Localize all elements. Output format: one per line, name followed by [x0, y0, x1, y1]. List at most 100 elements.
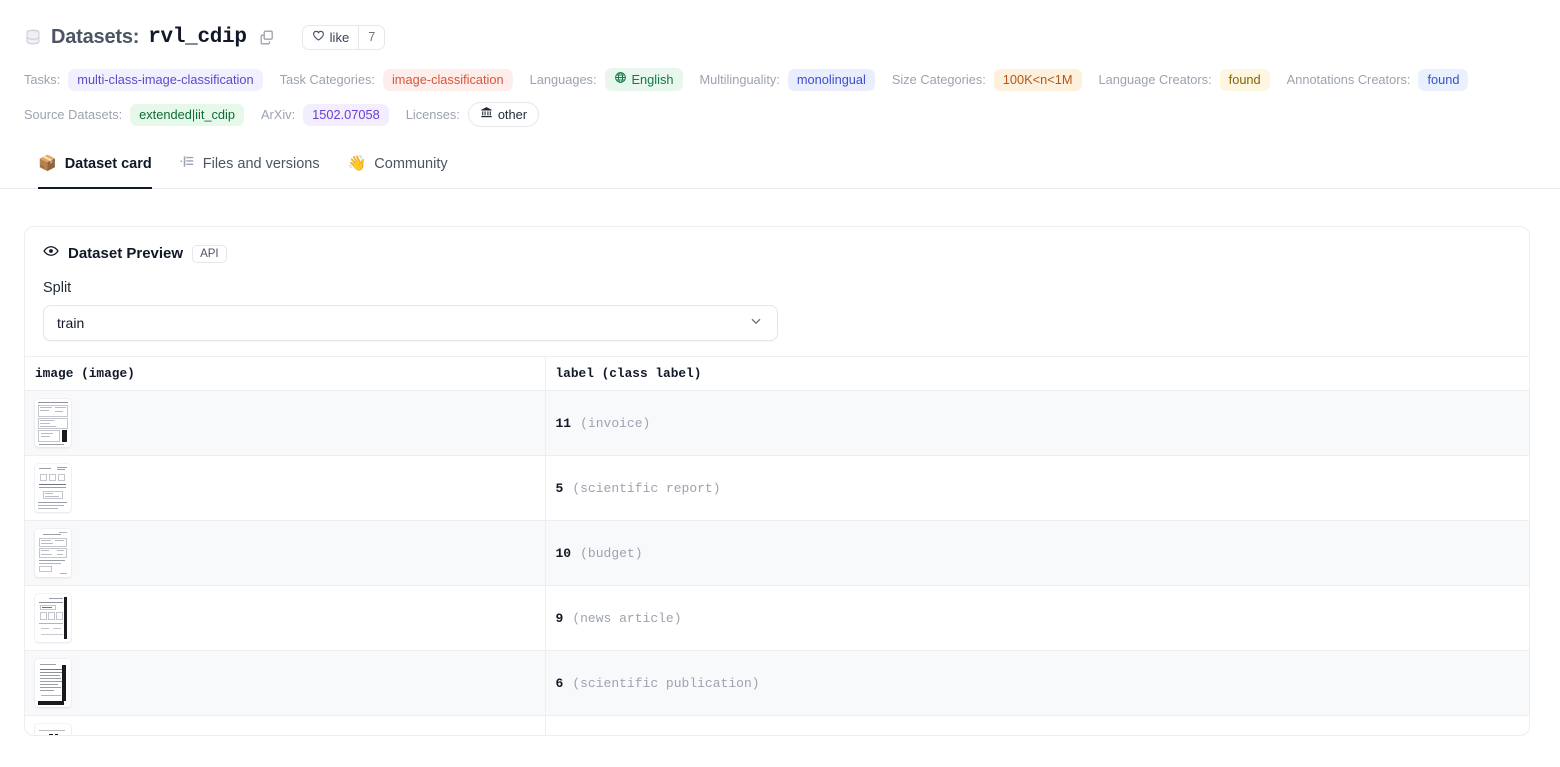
tab-dataset-card[interactable]: 📦 Dataset card [24, 149, 166, 188]
meta-tag-text: multi-class-image-classification [77, 72, 253, 88]
meta-tag-text: other [498, 107, 527, 123]
tab-community[interactable]: 👋 Community [334, 149, 462, 188]
metadata-row-2: Source Datasets: extended|iit_cdip ArXiv: 1… [24, 102, 1560, 127]
copy-icon[interactable] [259, 29, 275, 45]
metadata-row-1: Tasks:multi-class-image-classificationTa… [24, 68, 1560, 91]
tab-label: Dataset card [65, 156, 152, 172]
meta-label-annotationscreators: Annotations Creators: [1287, 72, 1411, 87]
database-icon [24, 28, 42, 46]
meta-tag-text: 100K<n<1M [1003, 72, 1073, 88]
like-button[interactable]: like [303, 26, 359, 49]
cell-label: 10 (budget) [545, 521, 1529, 586]
tab-bar: 📦 Dataset card Files and versions 👋 Communit… [0, 149, 1560, 189]
label-name: (scientific report) [572, 481, 720, 496]
preview-title: Dataset Preview [68, 245, 183, 262]
like-label: like [330, 30, 350, 45]
dataset-name: rvl_cdip [148, 26, 246, 49]
meta-tag-1502-07058[interactable]: 1502.07058 [303, 104, 389, 126]
cell-image [25, 716, 545, 737]
label-id: 10 [556, 546, 572, 561]
cell-image [25, 586, 545, 651]
table-row[interactable] [25, 716, 1529, 737]
tab-files-and-versions[interactable]: Files and versions [166, 149, 334, 188]
cell-image [25, 456, 545, 521]
meta-tag-extended-iit-cdip[interactable]: extended|iit_cdip [130, 104, 244, 126]
chevron-down-icon [748, 313, 764, 334]
meta-label-sizecategories: Size Categories: [892, 72, 986, 87]
meta-tag-english[interactable]: English [605, 68, 683, 91]
meta-tag-text: found [1229, 72, 1261, 88]
label-name: (budget) [580, 546, 642, 561]
meta-label-languages: Languages: [530, 72, 597, 87]
meta-label-taskcategories: Task Categories: [280, 72, 375, 87]
tab-label: Community [374, 156, 447, 172]
document-thumbnail-5[interactable] [35, 659, 71, 707]
meta-label-sourcedatasets: Source Datasets: [24, 107, 122, 122]
document-thumbnail-2[interactable] [35, 464, 71, 512]
bank-icon [480, 106, 493, 123]
meta-tag-100k-n-1m[interactable]: 100K<n<1M [994, 69, 1082, 91]
cell-image [25, 521, 545, 586]
split-select[interactable]: train [43, 305, 778, 341]
table-row[interactable]: 10 (budget) [25, 521, 1529, 586]
table-header-row: image (image) label (class label) [25, 357, 1529, 391]
label-name: (news article) [572, 611, 681, 626]
meta-tag-text: found [1427, 72, 1459, 88]
wave-icon: 👋 [348, 156, 367, 171]
dataset-page: Datasets: rvl_cdip like 7 [0, 0, 1560, 767]
meta-tag-text: monolingual [797, 72, 866, 88]
title-row: Datasets: rvl_cdip like 7 [24, 22, 1560, 52]
split-label: Split [43, 280, 1511, 296]
document-thumbnail-6[interactable] [35, 724, 71, 736]
page-title-prefix: Datasets: [51, 26, 139, 49]
meta-tag-other[interactable]: other [468, 102, 539, 127]
column-header-image[interactable]: image (image) [25, 357, 545, 391]
meta-tag-image-classification[interactable]: image-classification [383, 69, 513, 91]
document-thumbnail-3[interactable] [35, 529, 71, 577]
like-count[interactable]: 7 [358, 26, 384, 49]
api-badge[interactable]: API [192, 245, 227, 263]
package-icon: 📦 [38, 156, 57, 171]
cell-label: 6 (scientific publication) [545, 651, 1529, 716]
cell-label: 11(invoice) [545, 391, 1529, 456]
meta-tag-text: English [632, 72, 674, 88]
label-id: 5 [556, 481, 564, 496]
tab-label: Files and versions [203, 156, 320, 172]
cell-image [25, 651, 545, 716]
column-header-label[interactable]: label (class label) [545, 357, 1529, 391]
cell-label [545, 716, 1529, 737]
table-row[interactable]: 5 (scientific report) [25, 456, 1529, 521]
like-group: like 7 [302, 25, 385, 50]
meta-tag-monolingual[interactable]: monolingual [788, 69, 875, 91]
preview-header: Dataset Preview API Split train [25, 227, 1529, 341]
table-row[interactable]: 9 (news article) [25, 586, 1529, 651]
meta-tag-text: image-classification [392, 72, 504, 88]
eye-icon [43, 243, 59, 264]
table-body: 11(invoice) 5 (scientific report) 10 (budget… [25, 391, 1529, 737]
table-head: image (image) label (class label) [25, 357, 1529, 391]
meta-tag-found[interactable]: found [1220, 69, 1270, 91]
split-select-value: train [57, 315, 84, 331]
preview-title-row: Dataset Preview API [43, 243, 1511, 264]
meta-label-arxiv: ArXiv: [261, 107, 295, 122]
label-name: (scientific publication) [572, 676, 759, 691]
table-row[interactable]: 6 (scientific publication) [25, 651, 1529, 716]
label-id: 6 [556, 676, 564, 691]
meta-label-licenses: Licenses: [406, 107, 460, 122]
cell-image [25, 391, 545, 456]
page-header: Datasets: rvl_cdip like 7 [0, 0, 1560, 127]
preview-table: image (image) label (class label) 11(inv… [25, 356, 1529, 736]
label-name: (invoice) [580, 416, 650, 431]
document-thumbnail-4[interactable] [35, 594, 71, 642]
meta-tag-multi-class-image-classification[interactable]: multi-class-image-classification [68, 69, 262, 91]
meta-tag-text: 1502.07058 [312, 107, 380, 123]
document-thumbnail-1[interactable] [35, 399, 71, 447]
file-tree-icon [180, 154, 195, 173]
table-row[interactable]: 11(invoice) [25, 391, 1529, 456]
label-id: 9 [556, 611, 564, 626]
heart-icon [312, 29, 325, 45]
meta-tag-text: extended|iit_cdip [139, 107, 235, 123]
globe-icon [614, 71, 627, 88]
meta-tag-found[interactable]: found [1418, 69, 1468, 91]
cell-label: 5 (scientific report) [545, 456, 1529, 521]
